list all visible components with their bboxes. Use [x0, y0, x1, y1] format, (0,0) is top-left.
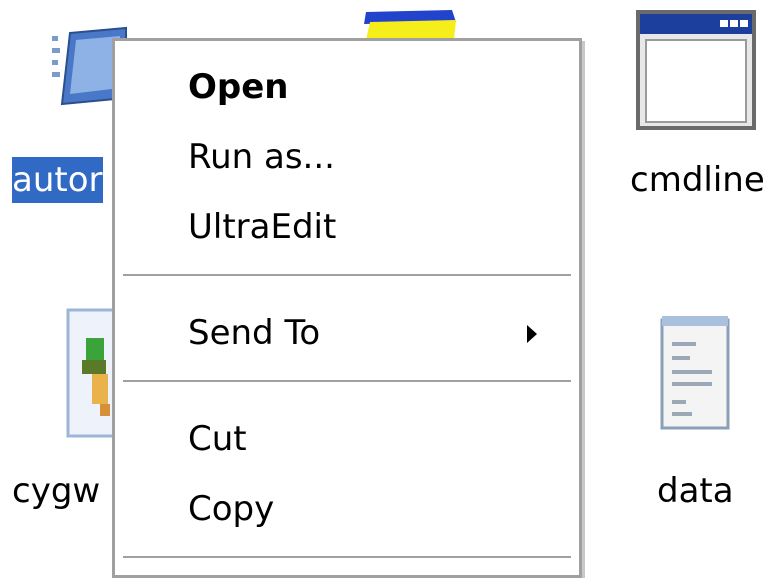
send-to-label: Send To: [188, 313, 321, 353]
menu-separator: [123, 380, 571, 383]
cmdline-icon[interactable]: [634, 8, 758, 132]
data-label[interactable]: data: [657, 468, 734, 514]
menu-item-run-as[interactable]: Run as...: [115, 127, 579, 187]
menu-separator: [123, 556, 571, 559]
menu-separator: [123, 274, 571, 277]
menu-item-send-to[interactable]: Send To: [115, 303, 579, 363]
automation-label[interactable]: autor: [12, 157, 103, 203]
menu-item-copy[interactable]: Copy: [115, 479, 579, 539]
context-menu: Open Run as... UltraEdit Send To Cut Cop…: [112, 38, 582, 578]
cygwin-icon[interactable]: [66, 308, 116, 438]
folder-icon[interactable]: [360, 8, 460, 40]
cmdline-label[interactable]: cmdline: [630, 157, 765, 203]
menu-item-open[interactable]: Open: [115, 57, 579, 117]
menu-item-cut[interactable]: Cut: [115, 409, 579, 469]
cygwin-label[interactable]: cygw: [12, 468, 100, 514]
menu-item-ultraedit[interactable]: UltraEdit: [115, 197, 579, 257]
submenu-arrow-icon: [527, 325, 537, 343]
data-file-icon[interactable]: [656, 310, 738, 432]
